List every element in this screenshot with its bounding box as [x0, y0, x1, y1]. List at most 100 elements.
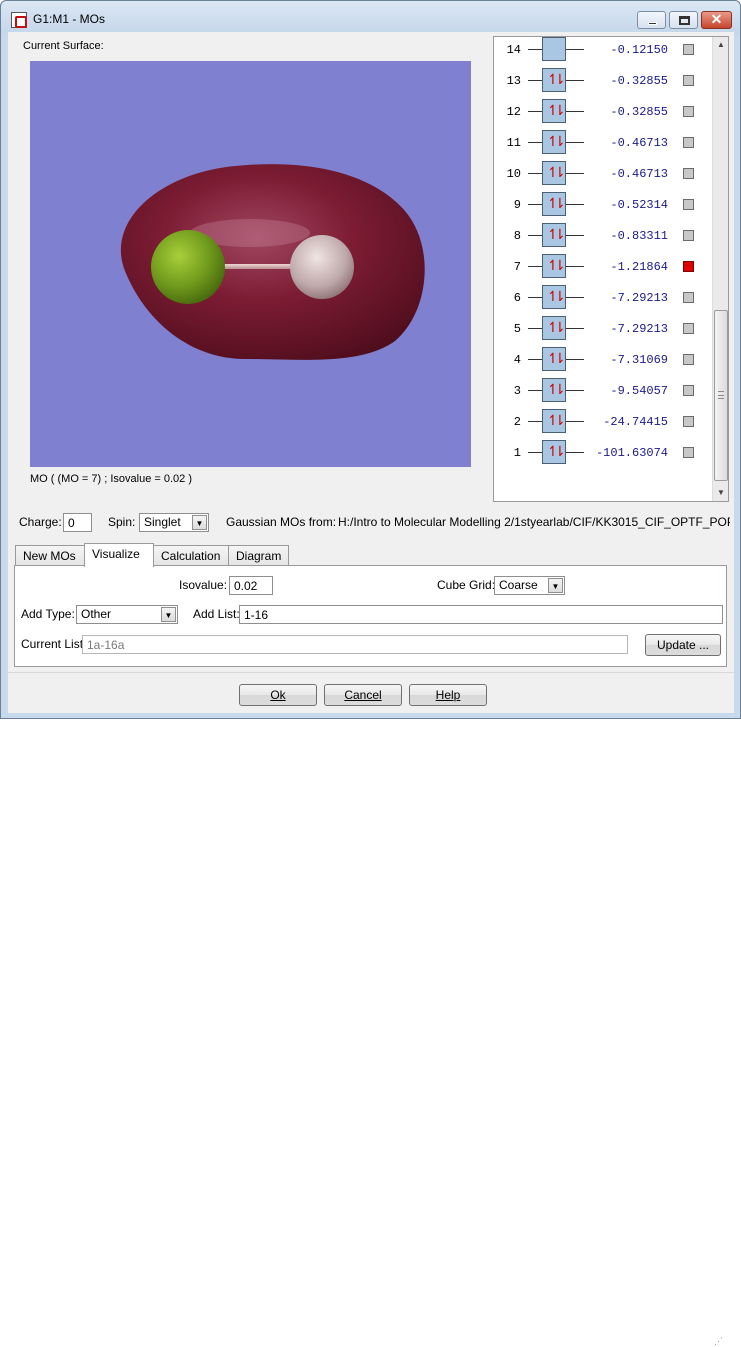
mo-row[interactable]: 6 ↿ ⇂ -7.29213 — [494, 283, 710, 314]
spin-down-arrow-icon: ⇂ — [554, 103, 566, 119]
chevron-down-icon[interactable]: ▼ — [548, 578, 563, 593]
cube-grid-value: Coarse — [499, 578, 538, 592]
mo-level-box[interactable]: ↿ ⇂ — [542, 254, 566, 278]
ok-button[interactable]: Ok — [239, 684, 317, 706]
mo-row[interactable]: 11 ↿ ⇂ -0.46713 — [494, 128, 710, 159]
mo-surface-toggle[interactable] — [683, 106, 694, 117]
close-button[interactable]: ✕ — [701, 11, 732, 29]
mo-row[interactable]: 13 ↿ ⇂ -0.32855 — [494, 66, 710, 97]
resize-grip-icon[interactable]: ⋰ — [714, 1335, 726, 1347]
mo-surface-toggle[interactable] — [683, 447, 694, 458]
tab-calculation[interactable]: Calculation — [153, 545, 229, 566]
mo-surface-toggle[interactable] — [683, 292, 694, 303]
mo-level-box[interactable]: ↿ ⇂ — [542, 409, 566, 433]
tab-visualize[interactable]: Visualize — [84, 543, 154, 567]
mo-surface-toggle[interactable] — [683, 323, 694, 334]
mo-row[interactable]: 4 ↿ ⇂ -7.31069 — [494, 345, 710, 376]
mo-level-box[interactable]: ↿ ⇂ — [542, 161, 566, 185]
mo-level-box[interactable]: ↿ ⇂ — [542, 223, 566, 247]
mo-number: 12 — [506, 105, 521, 119]
spin-down-arrow-icon: ⇂ — [554, 134, 566, 150]
add-type-label: Add Type: — [21, 607, 75, 621]
cancel-button[interactable]: Cancel — [324, 684, 402, 706]
mo-surface-toggle[interactable] — [683, 416, 694, 427]
mo-surface-toggle[interactable] — [683, 385, 694, 396]
current-list-label: Current List: — [21, 637, 87, 651]
mo-surface-toggle[interactable] — [683, 168, 694, 179]
gaussview-app-icon[interactable] — [11, 12, 27, 28]
spin-label: Spin: — [108, 515, 136, 529]
title-bar[interactable]: G1:M1 - MOs ✕ — [1, 1, 740, 35]
mo-row[interactable]: 2 ↿ ⇂ -24.74415 — [494, 407, 710, 438]
dialog-client-area: Current Surface: MO ((MO = 7) ; Isovalu… — [8, 32, 734, 1346]
mo-row[interactable]: 14 -0.12150 — [494, 37, 710, 66]
mo-level-box[interactable]: ↿ ⇂ — [542, 130, 566, 154]
mo-row[interactable]: 12 ↿ ⇂ -0.32855 — [494, 97, 710, 128]
add-list-field[interactable]: 1-16 — [239, 605, 723, 624]
mo-row[interactable]: 9 ↿ ⇂ -0.52314 — [494, 190, 710, 221]
charge-field[interactable]: 0 — [63, 513, 92, 532]
mo-level-box[interactable]: ↿ ⇂ — [542, 347, 566, 371]
grip-icon — [718, 391, 724, 399]
orbital-render — [120, 164, 425, 360]
mo-level-box[interactable]: ↿ ⇂ — [542, 68, 566, 92]
mo-surface-toggle[interactable] — [683, 230, 694, 241]
mo-surface-toggle[interactable] — [683, 75, 694, 86]
mo-number: 6 — [513, 291, 521, 305]
chevron-down-icon[interactable]: ▼ — [192, 515, 207, 530]
mo-number: 8 — [513, 229, 521, 243]
update-button[interactable]: Update ... — [645, 634, 721, 656]
window-title: G1:M1 - MOs — [33, 12, 106, 26]
mo-row[interactable]: 7 ↿ ⇂ -1.21864 — [494, 252, 710, 283]
chevron-down-icon[interactable]: ▼ — [161, 607, 176, 622]
mo-energy: -1.21864 — [610, 260, 668, 274]
mo-energy: -7.29213 — [610, 322, 668, 336]
mo-surface-toggle[interactable] — [683, 137, 694, 148]
cube-grid-label: Cube Grid: — [437, 578, 496, 592]
mo-surface-toggle[interactable] — [683, 261, 694, 272]
mo-number: 14 — [506, 43, 521, 57]
mo-row[interactable]: 3 ↿ ⇂ -9.54057 — [494, 376, 710, 407]
surface-viewport[interactable] — [30, 61, 471, 467]
tab-diagram[interactable]: Diagram — [228, 545, 289, 566]
spin-down-arrow-icon: ⇂ — [554, 413, 566, 429]
spin-select[interactable]: Singlet ▼ — [139, 513, 209, 532]
mo-level-box[interactable]: ↿ ⇂ — [542, 285, 566, 309]
scroll-down-arrow-icon[interactable]: ▼ — [713, 485, 728, 501]
mo-surface-toggle[interactable] — [683, 199, 694, 210]
mo-level-box[interactable] — [542, 37, 566, 61]
hydrogen-atom — [290, 235, 354, 299]
current-surface-label: Current Surface: — [23, 40, 104, 52]
maximize-button[interactable] — [669, 11, 698, 29]
mo-number: 13 — [506, 74, 521, 88]
isovalue-field[interactable]: 0.02 — [229, 576, 273, 595]
mo-surface-toggle[interactable] — [683, 354, 694, 365]
mo-level-box[interactable]: ↿ ⇂ — [542, 316, 566, 340]
help-button[interactable]: Help — [409, 684, 487, 706]
mo-number: 4 — [513, 353, 521, 367]
mo-row[interactable]: 1 ↿ ⇂ -101.63074 — [494, 438, 710, 469]
add-type-select[interactable]: Other ▼ — [76, 605, 178, 624]
mo-level-box[interactable]: ↿ ⇂ — [542, 378, 566, 402]
scroll-thumb[interactable] — [714, 310, 728, 481]
spin-down-arrow-icon: ⇂ — [554, 289, 566, 305]
mo-level-box[interactable]: ↿ ⇂ — [542, 99, 566, 123]
mo-row[interactable]: 10 ↿ ⇂ -0.46713 — [494, 159, 710, 190]
mo-level-box[interactable]: ↿ ⇂ — [542, 192, 566, 216]
mo-level-box[interactable]: ↿ ⇂ — [542, 440, 566, 464]
mo-list-panel[interactable]: 14 -0.12150 13 ↿ ⇂ -0.32855 12 ↿ ⇂ -0.32855 11 ↿ ⇂ -0… — [493, 36, 729, 502]
mo-list-scrollbar[interactable]: ▲ ▼ — [712, 37, 728, 501]
help-button-label: Help — [435, 688, 461, 702]
scroll-up-arrow-icon[interactable]: ▲ — [713, 37, 728, 53]
add-list-label: Add List: — [193, 607, 240, 621]
cube-grid-select[interactable]: Coarse ▼ — [494, 576, 565, 595]
mo-surface-toggle[interactable] — [683, 44, 694, 55]
tab-new-mos[interactable]: New MOs — [15, 545, 85, 566]
mo-energy: -24.74415 — [603, 415, 668, 429]
source-label: Gaussian MOs from: — [226, 515, 337, 529]
mo-number: 3 — [513, 384, 521, 398]
minimize-button[interactable] — [637, 11, 666, 29]
mo-row[interactable]: 5 ↿ ⇂ -7.29213 — [494, 314, 710, 345]
mo-row[interactable]: 8 ↿ ⇂ -0.83311 — [494, 221, 710, 252]
spin-down-arrow-icon: ⇂ — [554, 196, 566, 212]
